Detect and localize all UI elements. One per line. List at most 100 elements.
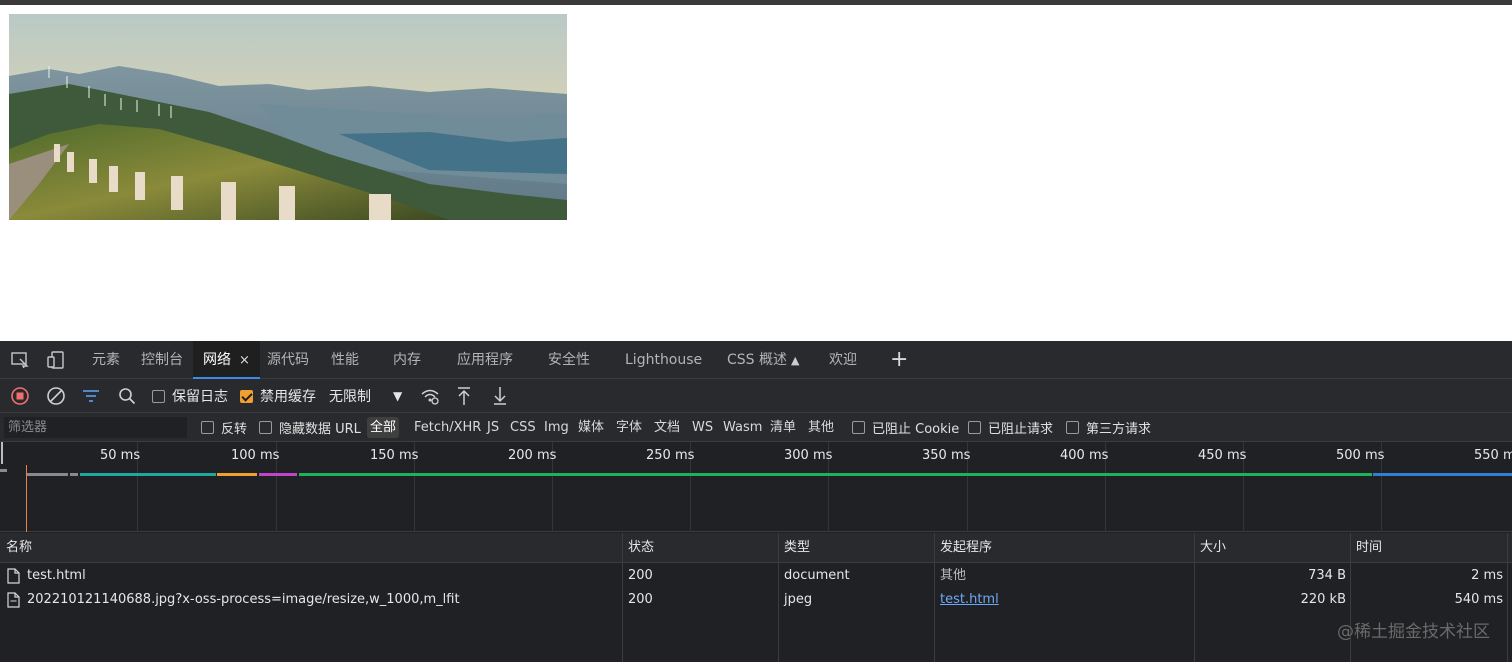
type-filter-ws[interactable]: WS — [689, 417, 716, 438]
request-name: test.html — [27, 568, 86, 583]
tab-sources[interactable]: 源代码 — [267, 341, 309, 379]
type-filter-font[interactable]: 字体 — [613, 417, 645, 438]
type-filter-wasm[interactable]: Wasm — [720, 417, 765, 438]
tab-network[interactable]: 网络 × — [193, 341, 260, 379]
hide-data-urls-label: 隐藏数据 URL — [279, 422, 361, 437]
tab-elements[interactable]: 元素 — [92, 341, 120, 379]
import-har-icon[interactable] — [456, 385, 472, 407]
throttling-value: 无限制 — [329, 389, 371, 405]
request-time: 540 ms — [1454, 592, 1503, 607]
filter-input[interactable] — [4, 417, 187, 438]
type-filter-media[interactable]: 媒体 — [575, 417, 607, 438]
tab-memory[interactable]: 内存 — [393, 341, 421, 379]
column-header-type[interactable]: 类型 — [784, 533, 810, 563]
tab-security[interactable]: 安全性 — [548, 341, 590, 379]
inspect-element-icon[interactable] — [9, 350, 31, 370]
column-header-name[interactable]: 名称 — [6, 533, 32, 563]
type-filter-fetch-xhr[interactable]: Fetch/XHR — [411, 417, 484, 438]
filter-bar: 反转 隐藏数据 URL 全部 Fetch/XHR JS CSS Img 媒体 字… — [0, 413, 1512, 442]
checkbox-checked-icon — [240, 389, 253, 403]
blocked-cookies-label: 已阻止 Cookie — [872, 422, 960, 437]
request-status: 200 — [628, 568, 653, 583]
request-status: 200 — [628, 592, 653, 607]
tick-label: 50 ms — [100, 448, 141, 463]
devtools-tab-bar: 元素 控制台 网络 × 源代码 性能 内存 应用程序 安全性 Lighthouse… — [0, 341, 1512, 379]
tick-label: 200 ms — [508, 448, 557, 463]
tick-label: 500 ms — [1336, 448, 1385, 463]
search-icon[interactable] — [118, 385, 136, 407]
tab-application[interactable]: 应用程序 — [457, 341, 513, 379]
third-party-checkbox[interactable]: 第三方请求 — [1066, 417, 1151, 438]
record-stop-icon[interactable] — [10, 385, 30, 407]
add-tab-button[interactable]: + — [890, 341, 908, 379]
request-bar-queued — [27, 473, 68, 476]
network-conditions-icon[interactable] — [420, 385, 440, 407]
tab-console[interactable]: 控制台 — [141, 341, 183, 379]
request-bar-download — [1373, 473, 1512, 476]
tick-label: 450 ms — [1198, 448, 1247, 463]
overview-start-handle[interactable] — [1, 442, 3, 464]
clear-icon[interactable] — [46, 385, 66, 407]
tab-css-overview[interactable]: CSS 概述 ▲ — [727, 341, 799, 379]
request-type: jpeg — [784, 592, 813, 607]
column-header-status[interactable]: 状态 — [628, 533, 654, 563]
preserve-log-checkbox[interactable]: 保留日志 — [152, 385, 228, 407]
page-viewport — [0, 5, 1512, 341]
request-initiator-link[interactable]: test.html — [940, 588, 999, 612]
tab-css-overview-label: CSS 概述 — [727, 352, 787, 368]
tab-welcome[interactable]: 欢迎 — [829, 341, 857, 379]
network-overview-timeline[interactable]: 50 ms 100 ms 150 ms 200 ms 250 ms 300 ms… — [0, 442, 1512, 532]
export-har-icon[interactable] — [492, 385, 508, 407]
tick-label: 150 ms — [370, 448, 419, 463]
hide-data-urls-checkbox[interactable]: 隐藏数据 URL — [259, 417, 361, 438]
table-row[interactable]: 202210121140688.jpg?x-oss-process=image/… — [0, 588, 1512, 612]
column-header-initiator[interactable]: 发起程序 — [940, 533, 992, 563]
request-bar-waiting — [80, 473, 216, 476]
tick-label: 350 ms — [922, 448, 971, 463]
third-party-label: 第三方请求 — [1086, 422, 1152, 437]
checkbox-icon — [152, 389, 165, 403]
column-header-size[interactable]: 大小 — [1200, 533, 1226, 563]
request-type: document — [784, 568, 850, 583]
blocked-requests-checkbox[interactable]: 已阻止请求 — [968, 417, 1053, 438]
type-filter-manifest[interactable]: 清单 — [767, 417, 799, 438]
close-icon[interactable]: × — [239, 353, 250, 368]
dom-content-loaded-marker — [26, 465, 27, 532]
chevron-down-icon: ▼ — [393, 389, 403, 403]
device-toolbar-icon[interactable] — [45, 350, 67, 370]
type-filter-img[interactable]: Img — [541, 417, 572, 438]
tick-label: 100 ms — [231, 448, 280, 463]
request-bar-connect — [217, 473, 257, 476]
blocked-requests-label: 已阻止请求 — [988, 422, 1054, 437]
filter-icon[interactable] — [82, 385, 100, 407]
tab-lighthouse[interactable]: Lighthouse — [625, 341, 702, 379]
tick-label: 300 ms — [784, 448, 833, 463]
checkbox-icon — [852, 421, 865, 434]
document-file-icon — [7, 568, 20, 584]
tab-performance[interactable]: 性能 — [331, 341, 359, 379]
invert-label: 反转 — [221, 422, 248, 437]
request-bar-document — [0, 469, 7, 472]
disable-cache-checkbox[interactable]: 禁用缓存 — [240, 385, 316, 407]
type-filter-all[interactable]: 全部 — [367, 417, 400, 438]
devtools-panel: 元素 控制台 网络 × 源代码 性能 内存 应用程序 安全性 Lighthouse… — [0, 341, 1512, 662]
request-time: 2 ms — [1471, 568, 1503, 583]
request-size: 734 B — [1308, 568, 1346, 583]
type-filter-other[interactable]: 其他 — [805, 417, 837, 438]
table-row[interactable]: test.html 200 document 其他 734 B 2 ms — [0, 564, 1512, 588]
request-bar-ssl — [259, 473, 297, 476]
blocked-cookies-checkbox[interactable]: 已阻止 Cookie — [852, 417, 959, 438]
throttling-select[interactable]: 无限制 ▼ — [329, 385, 402, 407]
tick-label: 250 ms — [646, 448, 695, 463]
type-filter-js[interactable]: JS — [484, 417, 502, 438]
column-header-time[interactable]: 时间 — [1356, 533, 1382, 563]
preserve-log-label: 保留日志 — [172, 389, 228, 405]
request-size: 220 kB — [1300, 592, 1346, 607]
request-bar-stalled — [70, 473, 78, 476]
type-filter-doc[interactable]: 文档 — [651, 417, 683, 438]
table-header: 名称 状态 类型 发起程序 大小 时间 — [0, 533, 1512, 563]
request-bar-ttfb — [299, 473, 1372, 476]
type-filter-css[interactable]: CSS — [507, 417, 539, 438]
invert-checkbox[interactable]: 反转 — [201, 417, 247, 438]
experiment-flask-icon: ▲ — [791, 354, 800, 367]
